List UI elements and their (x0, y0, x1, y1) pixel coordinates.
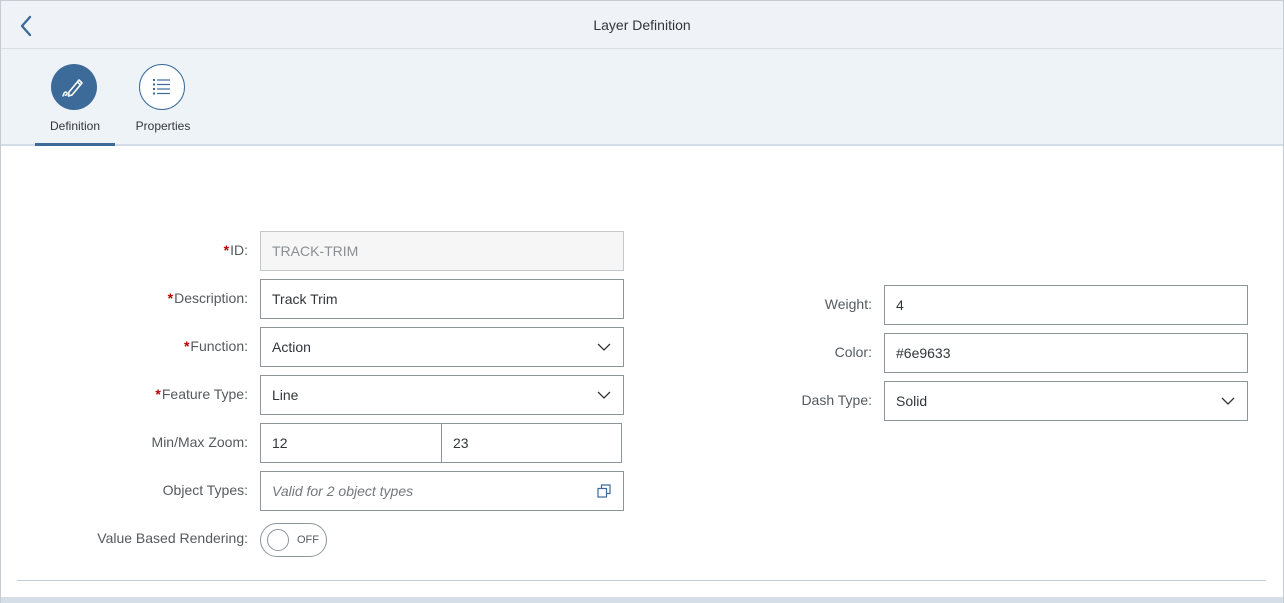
feature-type-label: *Feature Type: (155, 386, 248, 402)
chevron-down-icon[interactable] (596, 387, 612, 403)
section-divider (17, 580, 1266, 581)
description-input[interactable]: Track Trim (260, 279, 624, 319)
tab-properties-icon-circle (139, 64, 185, 110)
id-label: *ID: (223, 242, 248, 258)
dash-type-label: Dash Type: (801, 392, 872, 408)
color-label: Color: (834, 344, 872, 360)
tab-definition-icon-circle (51, 64, 97, 110)
function-select[interactable]: Action (260, 327, 624, 367)
feature-type-select[interactable]: Line (260, 375, 624, 415)
dash-type-select[interactable]: Solid (884, 381, 1248, 421)
value-based-rendering-switch[interactable]: OFF (260, 523, 327, 557)
function-label: *Function: (183, 338, 248, 354)
tab-definition[interactable]: Definition (35, 49, 115, 146)
page-title: Layer Definition (593, 17, 691, 33)
min-max-zoom-label: Min/Max Zoom: (151, 434, 248, 450)
value-based-rendering-label: Value Based Rendering: (97, 530, 248, 546)
object-types-label: Object Types: (162, 482, 248, 498)
value-help-icon[interactable] (596, 483, 612, 499)
tab-selected-indicator (35, 143, 115, 146)
chevron-down-icon[interactable] (596, 339, 612, 355)
max-zoom-input[interactable]: 23 (441, 423, 622, 463)
switch-state-text: OFF (297, 534, 319, 546)
footer-bar (1, 597, 1283, 603)
switch-knob (267, 529, 289, 551)
tab-properties-label: Properties (135, 119, 191, 133)
weight-input[interactable]: 4 (884, 285, 1248, 325)
tab-definition-label: Definition (49, 119, 101, 133)
pencil-icon (62, 79, 83, 97)
list-icon (153, 79, 170, 95)
page-header: Layer Definition (1, 1, 1283, 49)
min-zoom-input[interactable]: 12 (260, 423, 442, 463)
chevron-down-icon[interactable] (1220, 393, 1236, 409)
weight-label: Weight: (824, 296, 872, 312)
color-input[interactable]: #6e9633 (884, 333, 1248, 373)
icon-tab-bar: Definition Properties (1, 49, 1283, 146)
tab-properties[interactable]: Properties (123, 49, 203, 144)
id-field: TRACK-TRIM (260, 231, 624, 271)
description-label: *Description: (167, 290, 248, 306)
object-types-input[interactable]: Valid for 2 object types (260, 471, 624, 511)
